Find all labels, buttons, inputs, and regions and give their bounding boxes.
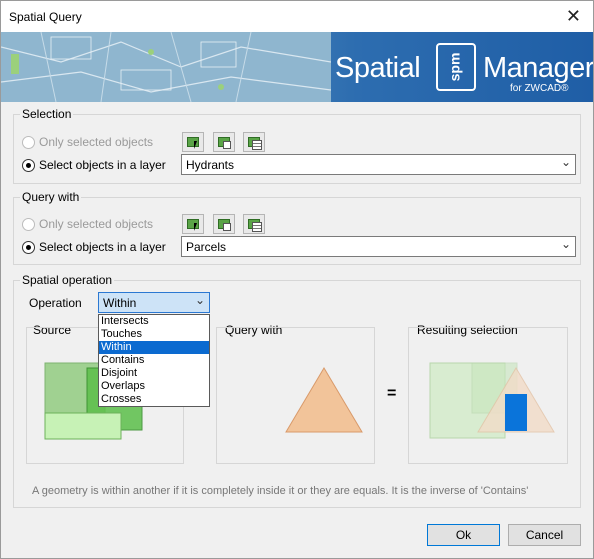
operation-option-crosses[interactable]: Crosses bbox=[99, 393, 209, 406]
brand-text-right: Manager bbox=[483, 52, 593, 84]
chevron-down-icon: ⌄ bbox=[194, 293, 205, 307]
ok-button[interactable]: Ok bbox=[427, 524, 500, 546]
query-with-panel bbox=[216, 327, 375, 464]
brand-logo: Spatial spm Manager for ZWCAD® bbox=[335, 39, 593, 97]
map-background-image bbox=[1, 32, 331, 102]
selection-layer-select[interactable]: Hydrants ⌄ bbox=[181, 154, 576, 175]
operation-option-contains[interactable]: Contains bbox=[99, 354, 209, 367]
chevron-down-icon: ⌄ bbox=[560, 155, 571, 169]
selection-only-selected-radio[interactable]: Only selected objects bbox=[22, 135, 153, 149]
query-select-by-window-button[interactable] bbox=[213, 214, 235, 234]
spm-logo-icon: spm bbox=[436, 43, 476, 91]
pick-objects-button[interactable] bbox=[182, 132, 204, 152]
query-layer-radio[interactable]: Select objects in a layer bbox=[22, 240, 166, 254]
brand-text-left: Spatial bbox=[335, 52, 421, 84]
operation-option-overlaps[interactable]: Overlaps bbox=[99, 380, 209, 393]
query-pick-objects-button[interactable] bbox=[182, 214, 204, 234]
operation-option-intersects[interactable]: Intersects bbox=[99, 315, 209, 328]
query-with-group-label: Query with bbox=[20, 190, 82, 204]
radio-icon bbox=[22, 135, 35, 149]
title-bar: Spatial Query ✕ bbox=[1, 1, 593, 32]
close-icon[interactable]: ✕ bbox=[566, 6, 581, 26]
radio-icon bbox=[22, 240, 35, 254]
spatial-operation-group-label: Spatial operation bbox=[20, 273, 115, 287]
result-geometry-image bbox=[429, 362, 555, 439]
chevron-down-icon: ⌄ bbox=[560, 237, 571, 251]
operation-option-touches[interactable]: Touches bbox=[99, 328, 209, 341]
radio-icon bbox=[22, 217, 35, 231]
spatial-query-dialog: Spatial Query ✕ Spatial spm Manager for … bbox=[0, 0, 594, 559]
brand-subtitle: for ZWCAD® bbox=[510, 83, 569, 94]
query-triangle-image bbox=[285, 367, 363, 433]
selection-group-label: Selection bbox=[20, 107, 74, 121]
cancel-button[interactable]: Cancel bbox=[508, 524, 581, 546]
operation-description: A geometry is within another if it is co… bbox=[32, 485, 529, 497]
operation-dropdown-list: Intersects Touches Within Contains Disjoint O… bbox=[98, 314, 210, 407]
operation-label: Operation bbox=[29, 296, 82, 310]
radio-icon bbox=[22, 158, 35, 172]
result-panel bbox=[408, 327, 568, 464]
query-only-selected-radio[interactable]: Only selected objects bbox=[22, 217, 153, 231]
header-banner: Spatial spm Manager for ZWCAD® bbox=[1, 32, 593, 102]
select-by-window-button[interactable] bbox=[213, 132, 235, 152]
selection-layer-radio[interactable]: Select objects in a layer bbox=[22, 158, 166, 172]
window-title: Spatial Query bbox=[9, 10, 82, 24]
operation-option-disjoint[interactable]: Disjoint bbox=[99, 367, 209, 380]
query-layer-select[interactable]: Parcels ⌄ bbox=[181, 236, 576, 257]
query-select-by-table-button[interactable] bbox=[243, 214, 265, 234]
operation-option-within[interactable]: Within bbox=[99, 341, 209, 354]
select-by-table-button[interactable] bbox=[243, 132, 265, 152]
equals-sign: = bbox=[387, 385, 397, 402]
operation-select[interactable]: Within ⌄ bbox=[98, 292, 210, 313]
